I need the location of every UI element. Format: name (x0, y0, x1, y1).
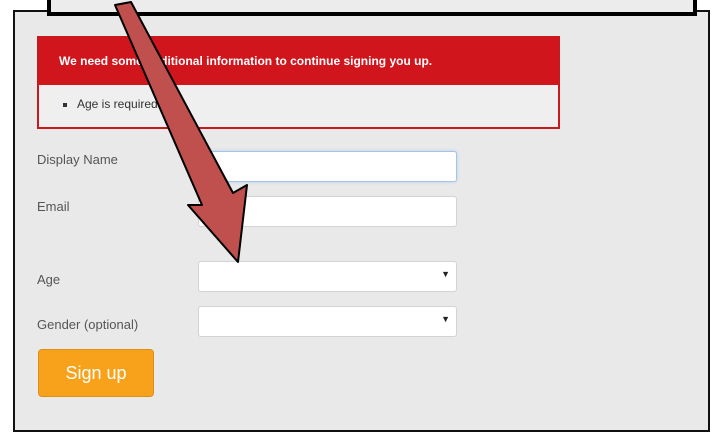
red-arrow-icon (114, 1, 248, 263)
